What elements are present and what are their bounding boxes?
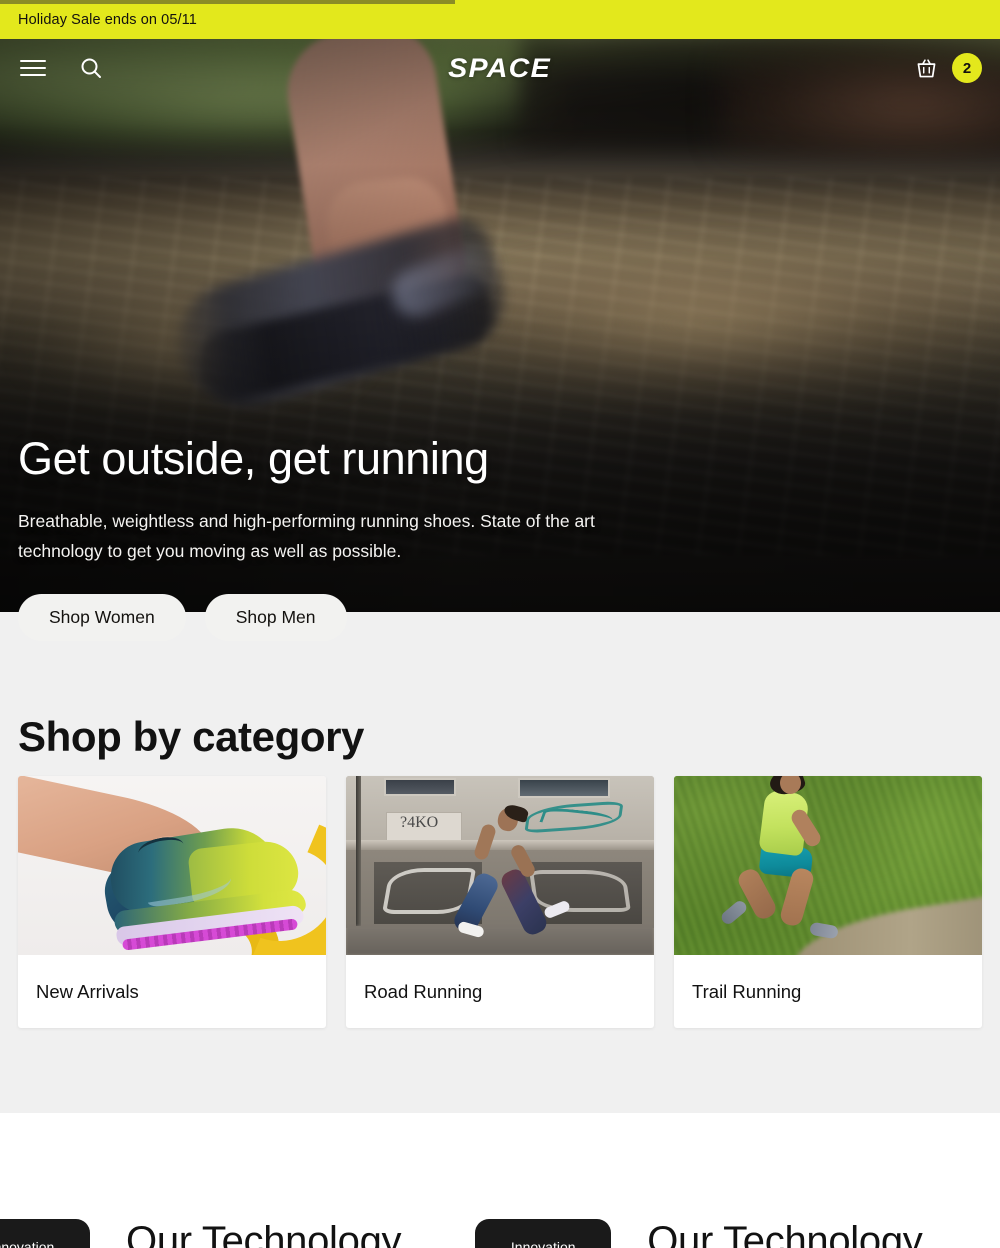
technology-heading: Our Technology bbox=[126, 1219, 402, 1248]
trail-runner-forest-path-photo bbox=[674, 776, 982, 955]
header-right-group: 2 bbox=[911, 53, 1000, 83]
category-card-list: New Arrivals ?4KO Road Running Trail Run… bbox=[18, 776, 982, 1028]
technology-slide[interactable]: Innovation Our Technology bbox=[0, 1219, 402, 1248]
technology-carousel-track[interactable]: Innovation Our Technology Innovation Our… bbox=[0, 1219, 923, 1248]
hero-cta-group: Shop Women Shop Men bbox=[18, 593, 678, 641]
announcement-banner[interactable]: Holiday Sale ends on 05/11 bbox=[0, 0, 1000, 39]
brand-logo[interactable]: SPACE bbox=[449, 53, 552, 84]
category-card-label: Road Running bbox=[364, 980, 483, 1002]
page-progress-bar bbox=[0, 0, 1000, 4]
hero-title: Get outside, get running bbox=[18, 433, 489, 484]
technology-chip[interactable]: Innovation bbox=[475, 1219, 612, 1248]
shopping-basket-icon[interactable] bbox=[911, 53, 941, 83]
sneaker-on-foot-over-banana-photo bbox=[18, 776, 326, 955]
section-title-shop-by-category: Shop by category bbox=[18, 713, 365, 760]
page-root: Holiday Sale ends on 05/11 SPACE 2 Get o… bbox=[0, 0, 1000, 1248]
category-card-road-running[interactable]: ?4KO Road Running bbox=[346, 776, 654, 1028]
header-left-group bbox=[0, 53, 106, 83]
hero-subtitle: Breathable, weightless and high-performi… bbox=[18, 510, 595, 561]
shop-women-button[interactable]: Shop Women bbox=[18, 593, 186, 641]
hamburger-menu-icon[interactable] bbox=[18, 53, 48, 83]
announcement-text: Holiday Sale ends on 05/11 bbox=[18, 11, 197, 28]
technology-chip[interactable]: Innovation bbox=[0, 1219, 90, 1248]
cart-count-badge[interactable]: 2 bbox=[952, 53, 982, 83]
category-card-label: New Arrivals bbox=[36, 980, 139, 1002]
site-header: SPACE 2 bbox=[0, 39, 1000, 97]
shop-by-category-section: Shop by category New Arrivals ?4KO Road … bbox=[0, 612, 1000, 1113]
brand-logo-wrapper: SPACE bbox=[0, 39, 1000, 97]
category-card-label: Trail Running bbox=[692, 980, 802, 1002]
urban-runner-graffiti-wall-photo: ?4KO bbox=[346, 776, 654, 955]
page-progress-fill bbox=[0, 0, 455, 4]
hero-copy: Get outside, get running Breathable, wei… bbox=[18, 435, 678, 641]
technology-carousel-section: Innovation Our Technology Innovation Our… bbox=[0, 1113, 1000, 1248]
search-icon[interactable] bbox=[76, 53, 106, 83]
shop-men-button[interactable]: Shop Men bbox=[204, 593, 347, 641]
technology-heading: Our Technology bbox=[647, 1219, 923, 1248]
category-card-new-arrivals[interactable]: New Arrivals bbox=[18, 776, 326, 1028]
category-card-trail-running[interactable]: Trail Running bbox=[674, 776, 982, 1028]
technology-slide[interactable]: Innovation Our Technology bbox=[475, 1219, 923, 1248]
